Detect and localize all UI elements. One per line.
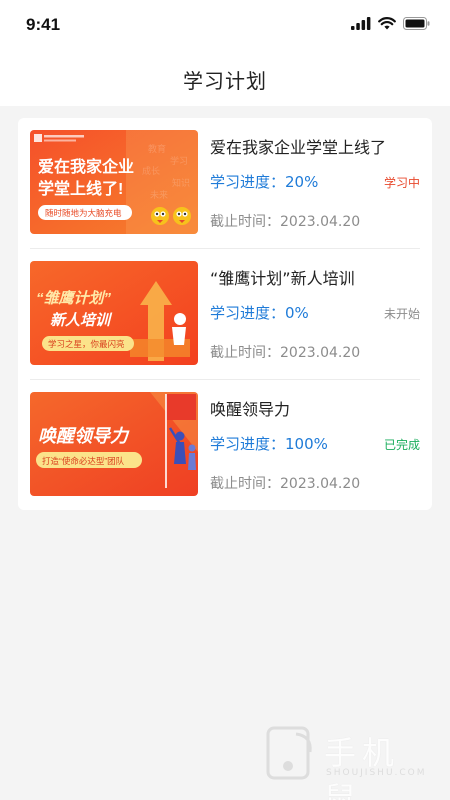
svg-text:未来: 未来 [150, 189, 168, 200]
course-title-1: 爱在我家企业学堂上线了 [210, 138, 387, 157]
watermark: 手机鼠 SHOUJISHU.COM [266, 726, 436, 800]
progress-value: 0% [285, 304, 309, 322]
thumb-2-badge: 学习之星，你最闪亮 [48, 339, 125, 349]
svg-text:学习: 学习 [170, 155, 188, 166]
thumb-2-line2: 新人培训 [50, 311, 113, 329]
course-deadline-3: 截止时间：2023.04.20 [210, 473, 360, 493]
deadline-label: 截止时间： [210, 214, 280, 230]
deadline-value: 2023.04.20 [280, 476, 361, 492]
watermark-text: 手机鼠 [324, 734, 401, 800]
thumb-1-line2: 学堂上线了! [38, 179, 123, 198]
course-item-2[interactable]: “雏鹰计划” 新人培训 学习之星，你最闪亮 “雏鹰计划”新人培训 学习进度：0%… [18, 249, 432, 380]
deadline-label: 截止时间： [210, 476, 280, 492]
course-item-1[interactable]: 教育 学习 成长 知识 未来 爱在我家企业 学堂上线了! 随时随地为大脑充电 爱… [18, 118, 432, 249]
deadline-value: 2023.04.20 [280, 214, 361, 230]
course-title-2: “雏鹰计划”新人培训 [210, 269, 355, 288]
svg-text:知识: 知识 [172, 177, 190, 188]
course-status-badge-3: 已完成 [383, 438, 420, 452]
svg-text:教育: 教育 [148, 143, 166, 154]
course-progress-1: 学习进度：20% [210, 171, 318, 192]
course-thumbnail-1: 教育 学习 成长知识 未来 爱在我家企业 学堂上线了! 随时随地为大脑充电 [30, 130, 198, 234]
nav-bar: 学习计划 [0, 52, 450, 106]
thumb-1-line1: 爱在我家企业 [38, 157, 134, 176]
watermark-logo-icon [266, 726, 312, 780]
page-title: 学习计划 [183, 69, 267, 93]
course-item-3[interactable]: 唤醒领导力 打造“使命必达型”团队 唤醒领导力 学习进度：100% 已完成 截止… [18, 380, 432, 511]
course-thumbnail-2: “雏鹰计划” 新人培训 学习之星，你最闪亮 [30, 261, 198, 365]
course-title-3: 唤醒领导力 [210, 400, 291, 419]
progress-value: 100% [285, 435, 328, 453]
progress-label: 学习进度： [210, 173, 286, 191]
svg-text:成长: 成长 [142, 165, 160, 176]
course-status-badge-1: 学习中 [383, 176, 420, 190]
thumb-1-badge: 随时随地为大脑充电 [45, 208, 122, 218]
course-list-card: 教育 学习 成长 知识 未来 爱在我家企业 学堂上线了! 随时随地为大脑充电 爱… [18, 118, 432, 510]
progress-label: 学习进度： [210, 304, 286, 322]
status-time: 9:41 [26, 15, 61, 34]
progress-value: 20% [285, 173, 319, 191]
battery-icon [403, 17, 430, 30]
course-progress-2: 学习进度：0% [210, 302, 309, 323]
course-progress-3: 学习进度：100% [210, 433, 328, 454]
thumb-3-badge: 打造“使命必达型”团队 [42, 456, 125, 466]
course-thumbnail-3: 唤醒领导力 打造“使命必达型”团队 [30, 392, 198, 496]
course-deadline-1: 截止时间：2023.04.20 [210, 211, 360, 231]
deadline-label: 截止时间： [210, 345, 280, 361]
wifi-icon [378, 17, 396, 30]
status-bar: 9:41 [0, 0, 450, 52]
course-deadline-2: 截止时间：2023.04.20 [210, 342, 360, 362]
signal-icon [351, 17, 371, 30]
deadline-value: 2023.04.20 [280, 345, 361, 361]
watermark-subtext: SHOUJISHU.COM [326, 768, 427, 778]
course-status-badge-2: 未开始 [383, 307, 420, 321]
status-icons [351, 17, 430, 30]
thumb-2-line1: “雏鹰计划” [36, 289, 112, 307]
progress-label: 学习进度： [210, 435, 286, 453]
thumb-3-line1: 唤醒领导力 [38, 426, 130, 446]
